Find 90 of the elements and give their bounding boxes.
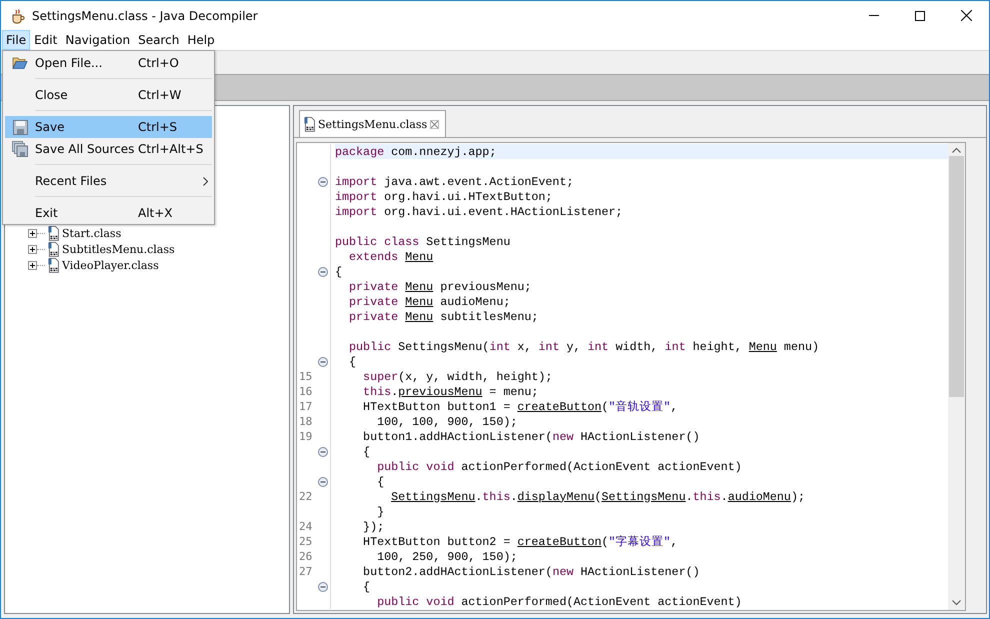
expand-icon[interactable] [28, 228, 37, 238]
menu-item[interactable]: Exit Alt+X [5, 202, 212, 224]
menu-item[interactable]: Save All Sources Ctrl+Alt+S [5, 138, 212, 160]
code-line: public SettingsMenu(int x, int y, int width, int height, Menu menu) [348, 340, 820, 354]
line-number: 19 [299, 430, 312, 443]
code-line: package com.nnezyj.app; [335, 144, 496, 158]
collapse-icon[interactable] [318, 356, 328, 366]
code-line: } [376, 504, 384, 518]
line-number: 15 [299, 370, 312, 383]
collapse-icon[interactable] [318, 582, 328, 592]
code-line: 100, 100, 900, 150); [376, 414, 518, 428]
code-link[interactable]: Menu [748, 340, 777, 354]
maximize-icon [915, 10, 925, 20]
menu-item[interactable]: Close Ctrl+W [5, 84, 212, 106]
code-line: super(x, y, width, height); [362, 370, 552, 384]
menu-item[interactable]: Help [183, 30, 219, 50]
code-line: public void actionPerformed(ActionEvent actionEvent) [376, 460, 742, 474]
line-number: 24 [299, 520, 312, 533]
code-line: 100, 250, 900, 150); [376, 550, 518, 564]
code-line: { [362, 444, 370, 458]
code-link[interactable]: Menu [405, 250, 434, 264]
line-number: 25 [299, 535, 312, 548]
code-line: private Menu previousMenu; [348, 280, 532, 294]
code-line: import org.havi.ui.event.HActionListener; [335, 204, 623, 218]
code-link[interactable]: createButton [517, 400, 602, 414]
code-line: private Menu subtitlesMenu; [348, 310, 538, 324]
code-line: SettingsMenu.this.displayMenu(SettingsMenu.this.audioMenu); [390, 490, 805, 504]
vertical-scrollbar[interactable] [948, 143, 965, 610]
collapse-icon[interactable] [318, 176, 328, 186]
code-link[interactable]: createButton [517, 535, 602, 549]
collapse-icon[interactable] [318, 446, 328, 456]
close-icon[interactable] [430, 120, 440, 128]
code-link[interactable]: displayMenu [517, 490, 595, 504]
tree-item[interactable]: SubtitlesMenu.class [62, 242, 175, 256]
menu-item[interactable]: Search [134, 30, 184, 50]
menu-item[interactable]: Navigation [61, 30, 134, 50]
line-number: 27 [299, 565, 312, 578]
line-number: 16 [299, 385, 312, 398]
menu-item[interactable]: Save Ctrl+S [5, 116, 212, 138]
code-line: extends Menu [348, 250, 434, 264]
code-line: { [362, 580, 370, 594]
line-number: 17 [299, 400, 312, 413]
scroll-up-icon[interactable] [952, 147, 961, 153]
line-number: 26 [299, 550, 312, 563]
menu-item[interactable]: Open File... Ctrl+O [5, 52, 212, 74]
code-line: { [335, 264, 342, 278]
folder-icon [12, 56, 28, 70]
code-line: button2.addHActionListener(new HActionListener() [362, 564, 700, 578]
code-line: public void actionPerformed(ActionEvent actionEvent) [376, 594, 742, 608]
code-link[interactable]: SettingsMenu [602, 490, 686, 504]
expand-icon[interactable] [28, 260, 37, 270]
line-number: 18 [299, 415, 312, 428]
code-line: private Menu audioMenu; [348, 294, 510, 308]
scroll-down-icon[interactable] [952, 600, 961, 606]
expand-icon[interactable] [28, 244, 37, 254]
menu-item[interactable]: Recent Files [5, 170, 212, 192]
code-line: import org.havi.ui.HTextButton; [335, 190, 552, 204]
code-link[interactable]: previousMenu [398, 384, 482, 398]
minimize-icon [869, 15, 879, 16]
collapse-icon[interactable] [318, 266, 328, 276]
tree-item[interactable]: VideoPlayer.class [62, 258, 159, 272]
menu-item[interactable]: Edit [30, 30, 62, 50]
code-link[interactable]: Menu [405, 280, 434, 294]
code-line: HTextButton button2 = createButton("字幕设置", [362, 534, 678, 549]
code-link[interactable]: SettingsMenu [391, 490, 476, 504]
class-file-icon [48, 258, 59, 272]
code-line: { [348, 354, 356, 368]
class-file-icon [48, 242, 59, 256]
collapse-icon[interactable] [318, 476, 328, 486]
class-file-icon [304, 116, 315, 132]
code-link[interactable]: Menu [405, 310, 434, 324]
code-link[interactable]: audioMenu [728, 490, 791, 504]
code-line: this.previousMenu = menu; [362, 384, 538, 398]
line-number: 22 [299, 490, 312, 503]
code-line: { [376, 474, 384, 488]
code-line: HTextButton button1 = createButton("音轨设置", [362, 399, 678, 414]
code-line: import java.awt.event.ActionEvent; [335, 174, 574, 188]
close-icon [960, 10, 972, 21]
coffee-cup-icon [10, 8, 26, 24]
scroll-thumb[interactable] [949, 156, 964, 397]
editor-tab[interactable]: SettingsMenu.class [299, 110, 446, 137]
code-line: public class SettingsMenu [335, 234, 510, 248]
code-link[interactable]: Menu [405, 294, 434, 308]
code-line: button1.addHActionListener(new HActionListener() [362, 430, 700, 444]
code-line: }); [362, 520, 384, 534]
tree-item[interactable]: Start.class [62, 226, 122, 240]
menu-item[interactable]: File [2, 30, 30, 50]
floppy-disks-icon [12, 141, 28, 157]
window-title: SettingsMenu.class - Java Decompiler [32, 8, 258, 22]
class-file-icon [48, 226, 59, 240]
